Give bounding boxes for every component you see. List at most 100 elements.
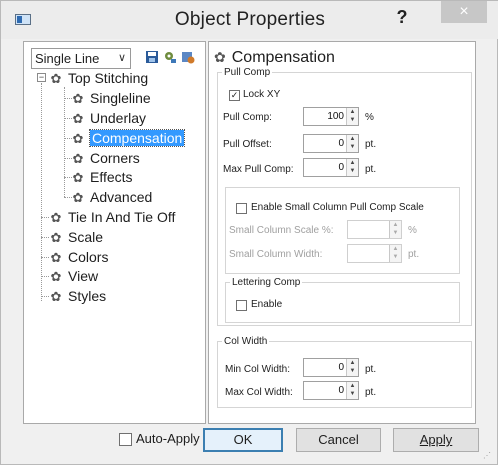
max-col-width-unit: pt. (365, 387, 377, 398)
spin-down-icon[interactable]: ▼ (390, 229, 401, 237)
mode-dropdown[interactable]: Single Line ∨ (31, 48, 131, 69)
gear-icon: ✿ (50, 210, 62, 225)
help-button[interactable]: ? (391, 4, 413, 30)
gear-icon: ✿ (72, 91, 84, 106)
tree-item-label: Tie In And Tie Off (68, 209, 176, 225)
spin-down-icon[interactable]: ▼ (347, 390, 358, 398)
pull-comp-unit: % (365, 112, 374, 123)
spin-up-icon[interactable]: ▲ (347, 359, 358, 367)
properties-icon[interactable] (181, 50, 195, 64)
enable-small-column-label: Enable Small Column Pull Comp Scale (251, 202, 424, 213)
small-column-width-unit: pt. (408, 249, 420, 260)
spin-up-icon[interactable]: ▲ (347, 135, 358, 143)
close-button[interactable]: × (441, 1, 487, 23)
tree-item-colors[interactable]: ✿ Colors (49, 248, 109, 266)
tree-item-advanced[interactable]: ✿ Advanced (71, 188, 153, 206)
tree-item-singleline[interactable]: ✿ Singleline (71, 89, 151, 107)
enable-small-column-checkbox[interactable] (236, 203, 247, 214)
gear-icon: ✿ (50, 289, 62, 304)
min-col-width-label: Min Col Width: (225, 364, 291, 375)
spin-down-icon[interactable]: ▼ (347, 143, 358, 151)
max-pull-comp-label: Max Pull Comp: (223, 164, 294, 175)
lock-xy-checkbox[interactable]: ✓ (229, 90, 240, 101)
gear-icon: ✿ (50, 71, 62, 86)
tree-item-label: Compensation (88, 129, 186, 147)
spin-down-icon[interactable]: ▼ (347, 367, 358, 375)
gear-icon: ✿ (50, 269, 62, 284)
cancel-button[interactable]: Cancel (296, 428, 381, 452)
spin-down-icon[interactable]: ▼ (390, 253, 401, 261)
tree-item-top-stitching[interactable]: ✿ Top Stitching (49, 69, 149, 87)
max-pull-comp-stepper[interactable]: 0 ▲ ▼ (303, 158, 359, 177)
spin-up-icon[interactable]: ▲ (347, 108, 358, 116)
min-col-width-value: 0 (338, 362, 344, 373)
gear-settings-icon[interactable] (163, 50, 177, 64)
tree-line (41, 296, 49, 297)
spin-up-icon[interactable]: ▲ (347, 382, 358, 390)
small-column-width-label: Small Column Width: (229, 249, 323, 260)
tree-item-label: Singleline (90, 90, 151, 106)
tree-line (41, 83, 42, 301)
gear-icon: ✿ (50, 230, 62, 245)
tree-item-styles[interactable]: ✿ Styles (49, 287, 107, 305)
gear-icon: ✿ (214, 49, 226, 65)
tree-item-label: Colors (68, 249, 109, 265)
tree-line (64, 87, 65, 197)
tree-item-scale[interactable]: ✿ Scale (49, 228, 103, 246)
tree-item-tie-in-and-tie-off[interactable]: ✿ Tie In And Tie Off (49, 208, 176, 226)
lettering-enable-label: Enable (251, 299, 283, 310)
small-column-width-stepper[interactable]: ▲ ▼ (347, 244, 402, 263)
ok-button[interactable]: OK (203, 428, 283, 452)
tree-item-underlay[interactable]: ✿ Underlay (71, 109, 146, 127)
lock-xy-label: Lock XY (243, 89, 281, 100)
pull-comp-stepper[interactable]: 100 ▲ ▼ (303, 107, 359, 126)
save-icon[interactable] (145, 50, 159, 64)
min-col-width-unit: pt. (365, 364, 377, 375)
tree-line (41, 217, 49, 218)
small-column-scale-stepper[interactable]: ▲ ▼ (347, 220, 402, 239)
tree-item-label: Scale (68, 229, 104, 245)
spin-up-icon[interactable]: ▲ (390, 221, 401, 229)
tree-item-label: View (68, 268, 99, 284)
section-heading-label: Compensation (231, 49, 335, 66)
tree-item-corners[interactable]: ✿ Corners (71, 149, 140, 167)
collapse-toggle-icon[interactable]: − (37, 73, 46, 82)
tree-line (41, 276, 49, 277)
gear-icon: ✿ (72, 151, 84, 166)
spin-up-icon[interactable]: ▲ (347, 159, 358, 167)
tree-item-label: Advanced (90, 189, 153, 205)
spin-down-icon[interactable]: ▼ (347, 167, 358, 175)
gear-icon: ✿ (72, 190, 84, 205)
tree-item-label: Top Stitching (68, 70, 149, 86)
tree-item-view[interactable]: ✿ View (49, 267, 99, 285)
gear-icon: ✿ (72, 131, 84, 146)
auto-apply-checkbox[interactable] (119, 433, 132, 446)
spin-up-icon[interactable]: ▲ (390, 245, 401, 253)
lettering-comp-legend: Lettering Comp (232, 277, 301, 288)
max-pull-comp-unit: pt. (365, 164, 377, 175)
section-heading: ✿ Compensation (214, 47, 335, 67)
resize-grip-icon[interactable]: ⋰ (483, 451, 493, 461)
pull-offset-unit: pt. (365, 139, 377, 150)
lettering-enable-checkbox[interactable] (236, 300, 247, 311)
tree-line (41, 257, 49, 258)
tree-item-effects[interactable]: ✿ Effects (71, 168, 133, 186)
tree-item-label: Effects (90, 169, 133, 185)
object-properties-window: Object Properties ? × Single Line ∨ − ✿ T… (0, 0, 498, 465)
pull-offset-label: Pull Offset: (223, 139, 272, 150)
gear-icon: ✿ (72, 170, 84, 185)
spin-down-icon[interactable]: ▼ (347, 116, 358, 124)
pull-comp-label: Pull Comp: (223, 112, 272, 123)
apply-button[interactable]: Apply (393, 428, 479, 452)
max-pull-comp-value: 0 (338, 162, 344, 173)
tree-item-label: Styles (68, 288, 107, 304)
pull-comp-value: 100 (327, 111, 344, 122)
max-col-width-stepper[interactable]: 0 ▲ ▼ (303, 381, 359, 400)
window-title: Object Properties (174, 9, 326, 30)
title-bar[interactable]: Object Properties ? × (1, 1, 498, 39)
col-width-legend: Col Width (224, 336, 268, 347)
tree-item-compensation[interactable]: ✿ Compensation (71, 129, 186, 147)
chevron-down-icon: ∨ (117, 52, 126, 64)
pull-offset-stepper[interactable]: 0 ▲ ▼ (303, 134, 359, 153)
min-col-width-stepper[interactable]: 0 ▲ ▼ (303, 358, 359, 377)
